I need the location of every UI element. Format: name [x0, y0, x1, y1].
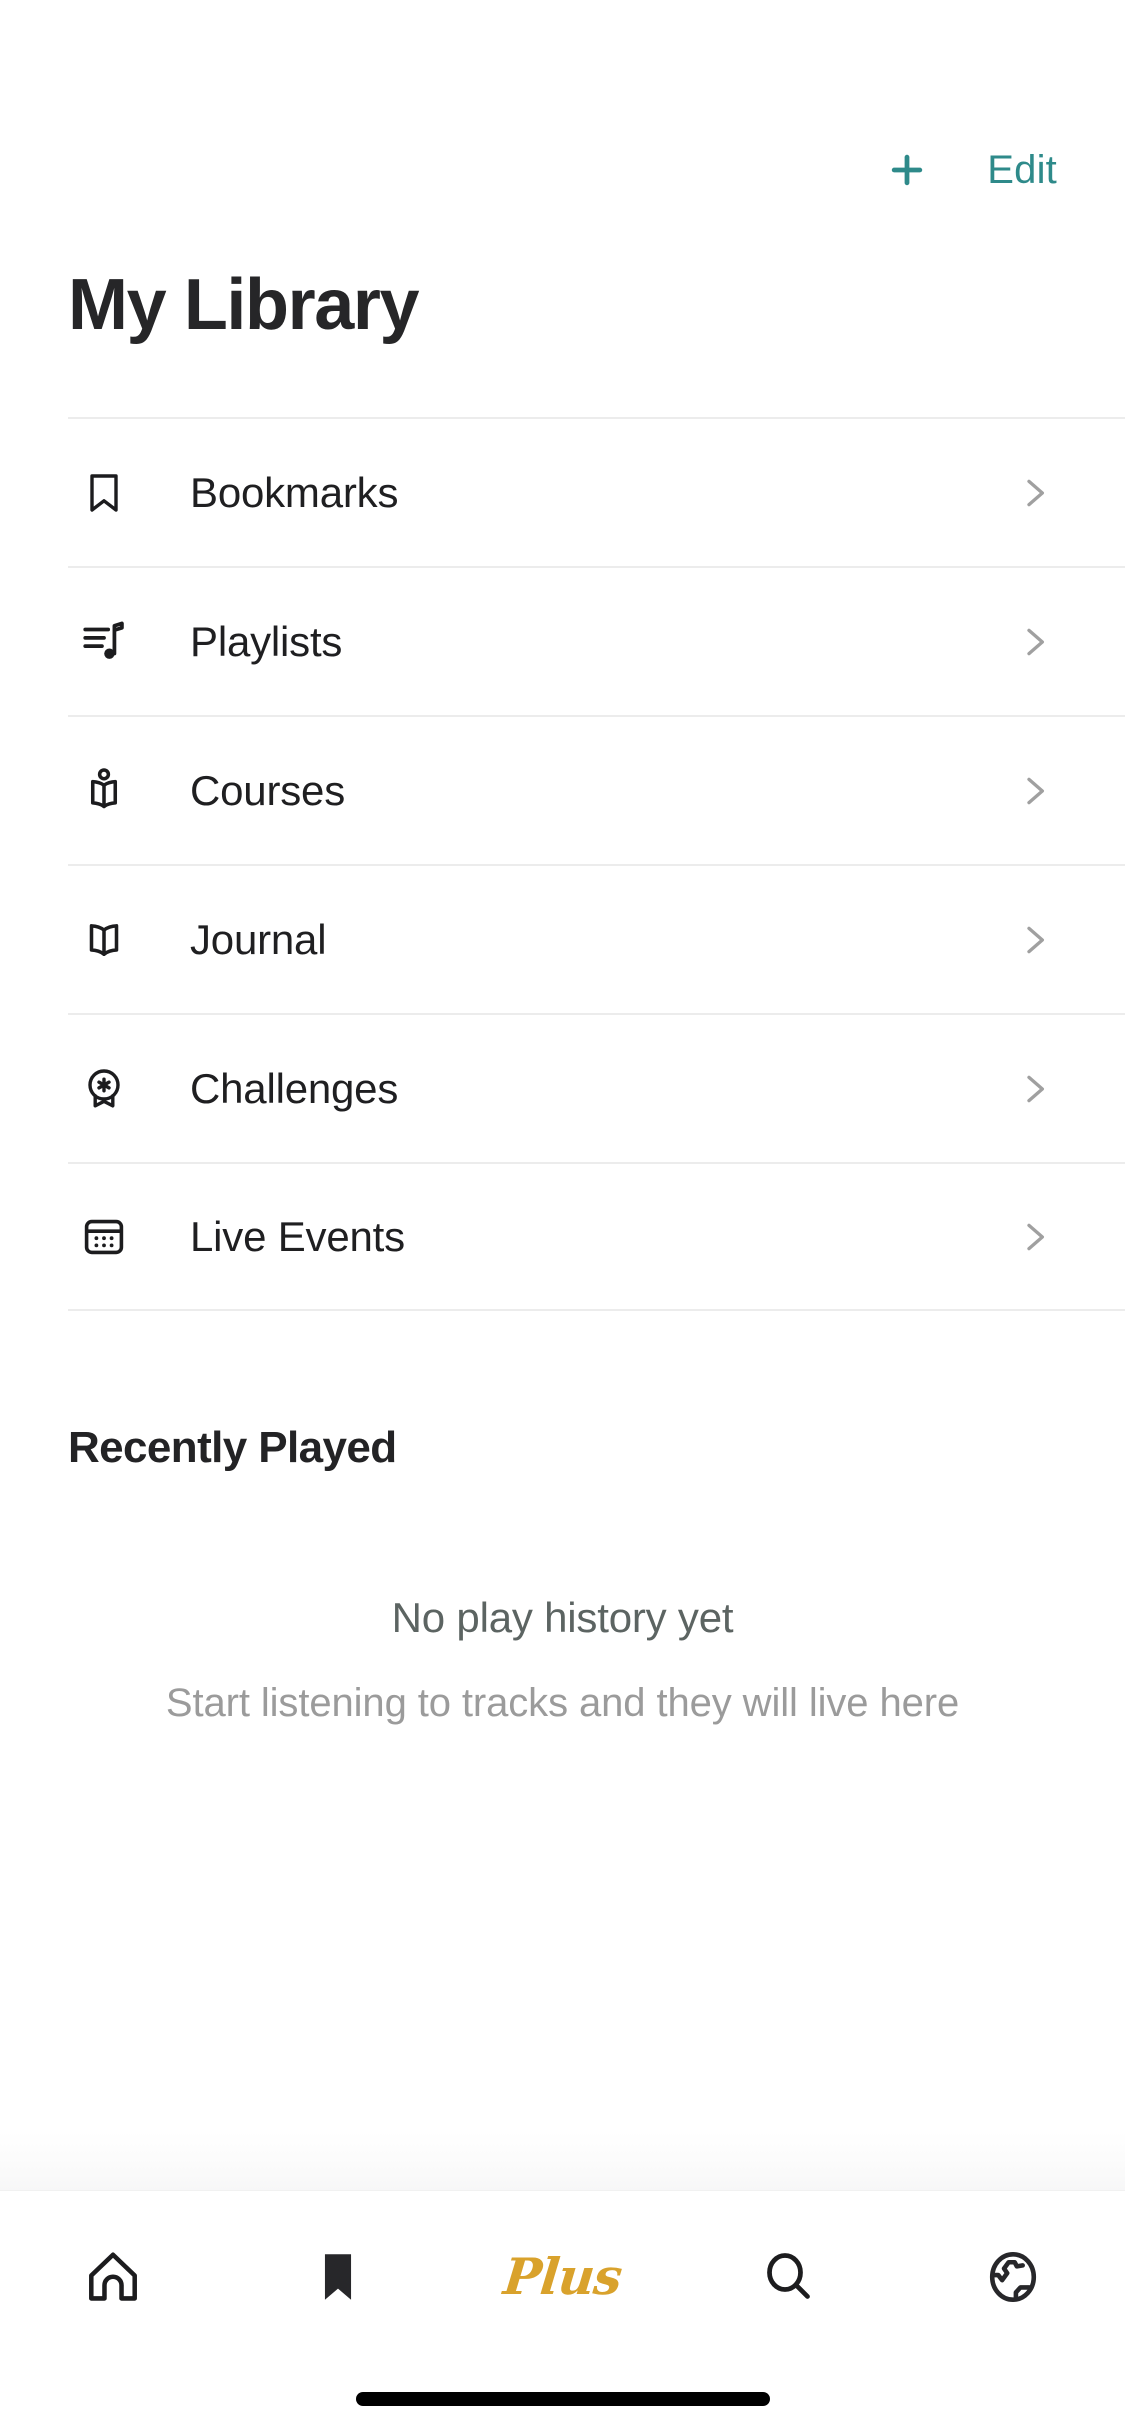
library-item-label: Playlists	[190, 617, 343, 665]
library-item-label: Live Events	[190, 1212, 405, 1260]
library-item-label: Courses	[190, 766, 345, 814]
status-bar	[0, 0, 1125, 120]
plus-icon	[885, 148, 929, 192]
recently-played-empty-state: No play history yet Start listening to t…	[0, 1593, 1125, 1729]
chevron-right-icon	[1011, 470, 1057, 516]
chevron-right-icon	[1011, 1214, 1057, 1260]
person-reading-icon	[74, 761, 134, 821]
chevron-right-icon	[1011, 768, 1057, 814]
page-title: My Library	[68, 265, 420, 345]
library-list: Bookmarks Playlists Courses Journal Chal…	[0, 417, 1125, 1312]
tab-discover[interactable]	[900, 2191, 1125, 2362]
add-button[interactable]	[879, 142, 935, 198]
empty-state-subtitle: Start listening to tracks and they will …	[165, 1680, 960, 1725]
home-indicator-area	[0, 2362, 1125, 2436]
chevron-right-icon	[1011, 1066, 1057, 1112]
empty-state-title: No play history yet	[391, 1594, 734, 1642]
edit-button[interactable]: Edit	[987, 150, 1057, 190]
library-screen: Edit My Library Bookmarks Playlists Cour…	[0, 0, 1125, 2436]
tab-search[interactable]	[675, 2191, 900, 2362]
tab-bar-shadow	[0, 2132, 1125, 2190]
library-item-bookmarks[interactable]: Bookmarks	[68, 417, 1125, 566]
bookmark-filled-icon	[309, 2248, 367, 2306]
library-item-label: Journal	[190, 915, 327, 963]
recently-played-title: Recently Played	[68, 1423, 397, 1473]
library-item-journal[interactable]: Journal	[68, 864, 1125, 1013]
award-medal-icon	[74, 1059, 134, 1119]
calendar-icon	[74, 1207, 134, 1267]
library-item-live-events[interactable]: Live Events	[68, 1162, 1125, 1312]
library-item-playlists[interactable]: Playlists	[68, 566, 1125, 715]
bookmark-icon	[74, 463, 134, 523]
library-item-label: Bookmarks	[190, 468, 399, 516]
tab-library[interactable]	[225, 2191, 450, 2362]
home-icon	[82, 2246, 144, 2308]
tab-plus[interactable]: Plus	[450, 2191, 675, 2362]
top-bar: Edit	[0, 120, 1125, 220]
library-item-label: Challenges	[190, 1064, 399, 1112]
globe-icon	[984, 2248, 1042, 2306]
open-book-icon	[74, 910, 134, 970]
chevron-right-icon	[1011, 917, 1057, 963]
chevron-right-icon	[1011, 619, 1057, 665]
tab-home[interactable]	[0, 2191, 225, 2362]
home-indicator[interactable]	[355, 2392, 770, 2406]
tab-bar: Plus	[0, 2190, 1125, 2362]
library-item-courses[interactable]: Courses	[68, 715, 1125, 864]
library-item-challenges[interactable]: Challenges	[68, 1013, 1125, 1162]
search-icon	[758, 2247, 818, 2307]
playlist-music-icon	[74, 612, 134, 672]
plus-wordmark: Plus	[500, 2247, 625, 2306]
